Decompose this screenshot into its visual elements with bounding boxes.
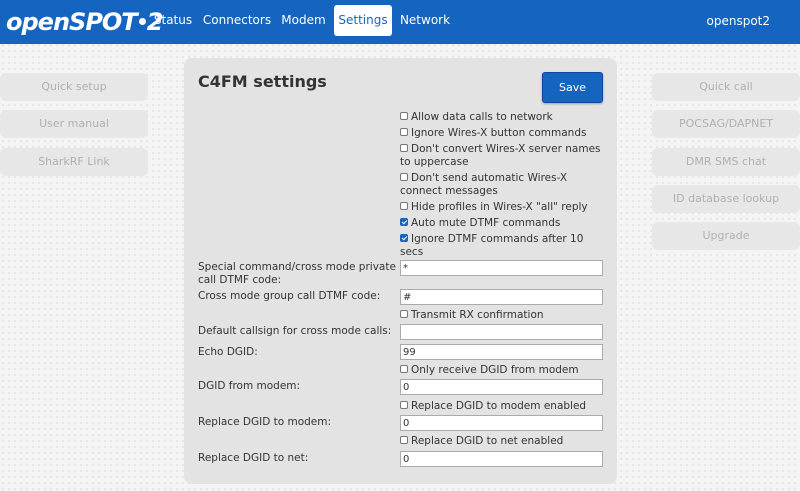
dmr-sms-chat-button[interactable]: DMR SMS chat	[652, 148, 800, 176]
checkbox-no-auto-connect[interactable]: Don't send automatic Wires-X connect mes…	[400, 172, 606, 197]
quick-setup-button[interactable]: Quick setup	[0, 73, 148, 101]
checkbox-transmit-rx[interactable]: Transmit RX confirmation	[400, 309, 606, 322]
replace-dgid-net-input[interactable]	[400, 451, 603, 467]
c4fm-settings-panel: C4FM settings Save Allow data calls to n…	[184, 58, 617, 484]
save-button[interactable]: Save	[542, 72, 603, 103]
checkbox-label: Don't send automatic Wires-X connect mes…	[400, 172, 568, 197]
checkbox-label: Ignore DTMF commands after 10 secs	[400, 233, 584, 258]
checkbox-label: Transmit RX confirmation	[411, 309, 544, 321]
checkbox-only-receive-dgid[interactable]: Only receive DGID from modem	[400, 364, 606, 377]
checkbox-icon[interactable]	[400, 128, 408, 136]
dgid-from-modem-input[interactable]	[400, 379, 603, 395]
group-dtmf-label: Cross mode group call DTMF code:	[198, 290, 381, 302]
sharkrf-link-button[interactable]: SharkRF Link	[0, 148, 148, 176]
checkbox-no-uppercase[interactable]: Don't convert Wires-X server names to up…	[400, 143, 606, 168]
default-callsign-input[interactable]	[400, 324, 603, 340]
checkbox-checked-icon[interactable]	[400, 234, 408, 242]
checkbox-label: Replace DGID to modem enabled	[411, 400, 587, 412]
checkbox-label: Only receive DGID from modem	[411, 364, 579, 376]
checkbox-icon[interactable]	[400, 365, 408, 373]
tab-settings[interactable]: Settings	[334, 5, 392, 36]
upgrade-button[interactable]: Upgrade	[652, 222, 800, 250]
tab-connectors[interactable]: Connectors	[201, 5, 273, 36]
quick-call-button[interactable]: Quick call	[652, 73, 800, 101]
logo-dot-icon	[138, 18, 146, 25]
logo-text: openSPOT	[6, 8, 138, 36]
id-database-lookup-button[interactable]: ID database lookup	[652, 185, 800, 213]
checkbox-label: Auto mute DTMF commands	[411, 217, 561, 229]
checkbox-icon[interactable]	[400, 401, 408, 409]
checkbox-checked-icon[interactable]	[400, 218, 408, 226]
user-manual-button[interactable]: User manual	[0, 110, 148, 138]
tab-status[interactable]: Status	[149, 5, 197, 36]
default-callsign-label: Default callsign for cross mode calls:	[198, 325, 392, 337]
private-dtmf-label: Special command/cross mode private call …	[198, 261, 396, 286]
checkbox-icon[interactable]	[400, 173, 408, 181]
checkbox-ignore-dtmf-10s[interactable]: Ignore DTMF commands after 10 secs	[400, 233, 606, 258]
tab-network[interactable]: Network	[396, 5, 454, 36]
checkbox-replace-dgid-modem[interactable]: Replace DGID to modem enabled	[400, 400, 606, 413]
checkbox-ignore-wiresx-buttons[interactable]: Ignore Wires-X button commands	[400, 127, 606, 140]
checkbox-hide-profiles[interactable]: Hide profiles in Wires-X "all" reply	[400, 201, 606, 214]
checkbox-label: Allow data calls to network	[411, 111, 553, 123]
opensport-logo[interactable]: openSPOT 2	[6, 4, 163, 40]
echo-dgid-input[interactable]	[400, 344, 603, 360]
top-navbar: openSPOT 2 Status Connectors Modem Settin…	[0, 0, 800, 44]
checkbox-label: Don't convert Wires-X server names to up…	[400, 143, 601, 168]
checkbox-icon[interactable]	[400, 144, 408, 152]
echo-dgid-label: Echo DGID:	[198, 346, 258, 358]
group-dtmf-input[interactable]	[400, 289, 603, 305]
replace-dgid-modem-label: Replace DGID to modem:	[198, 416, 332, 428]
checkbox-label: Replace DGID to net enabled	[411, 435, 564, 447]
checkbox-allow-data-calls[interactable]: Allow data calls to network	[400, 111, 606, 124]
dgid-from-modem-label: DGID from modem:	[198, 380, 301, 392]
checkbox-replace-dgid-net[interactable]: Replace DGID to net enabled	[400, 435, 606, 448]
device-name: openspot2	[706, 14, 771, 28]
panel-title: C4FM settings	[198, 72, 327, 91]
checkbox-icon[interactable]	[400, 310, 408, 318]
checkbox-icon[interactable]	[400, 202, 408, 210]
replace-dgid-modem-input[interactable]	[400, 415, 603, 431]
replace-dgid-net-label: Replace DGID to net:	[198, 452, 309, 464]
checkbox-auto-mute-dtmf[interactable]: Auto mute DTMF commands	[400, 217, 606, 230]
checkbox-label: Ignore Wires-X button commands	[411, 127, 587, 139]
checkbox-icon[interactable]	[400, 436, 408, 444]
checkbox-icon[interactable]	[400, 112, 408, 120]
tab-modem[interactable]: Modem	[277, 5, 330, 36]
private-dtmf-input[interactable]	[400, 260, 603, 276]
checkbox-label: Hide profiles in Wires-X "all" reply	[411, 201, 588, 213]
pocsag-dapnet-button[interactable]: POCSAG/DAPNET	[652, 110, 800, 138]
